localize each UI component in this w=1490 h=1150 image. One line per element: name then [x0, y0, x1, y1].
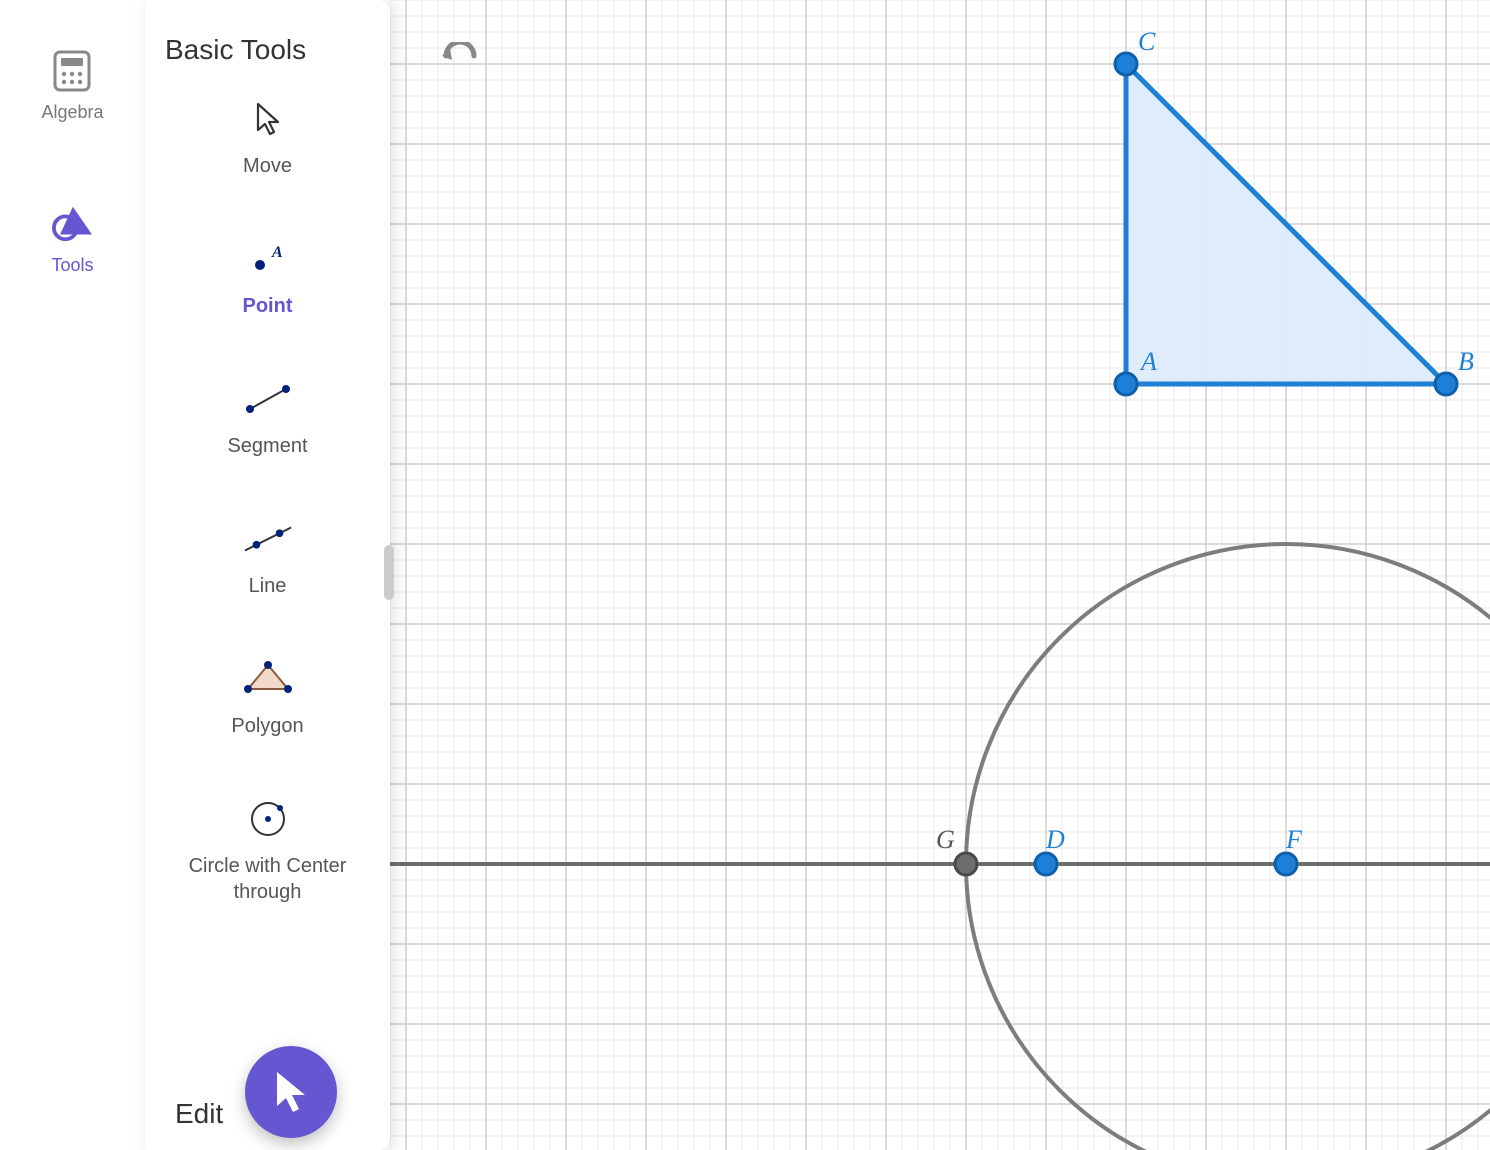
tool-label: Line — [249, 573, 287, 599]
svg-text:A: A — [271, 244, 283, 261]
segment-icon — [243, 379, 293, 419]
sidebar-item-tools[interactable]: Tools — [51, 203, 93, 276]
point-label-G: G — [936, 825, 955, 854]
circle-object[interactable] — [966, 544, 1490, 1150]
app-root: Algebra Tools Basic Tools Move A Point — [0, 0, 1490, 1150]
point-label-A: A — [1139, 347, 1157, 376]
line-icon — [243, 519, 293, 559]
shapes-icon — [52, 203, 94, 245]
tool-segment[interactable]: Segment — [165, 379, 370, 459]
main-sidebar: Algebra Tools — [0, 0, 145, 1150]
tool-label: Move — [243, 153, 292, 179]
tool-point[interactable]: A Point — [165, 239, 370, 319]
geometry-canvas[interactable]: ABCDEFGH — [390, 0, 1490, 1150]
sidebar-item-algebra[interactable]: Algebra — [41, 50, 103, 123]
point-F[interactable] — [1275, 853, 1297, 875]
canvas-svg[interactable]: ABCDEFGH — [390, 0, 1490, 1150]
point-label-D: D — [1045, 825, 1065, 854]
cursor-icon — [243, 99, 293, 139]
point-icon: A — [243, 239, 293, 279]
tool-line[interactable]: Line — [165, 519, 370, 599]
cursor-filled-icon — [271, 1070, 311, 1114]
tool-label: Circle with Center through — [165, 853, 370, 905]
point-label-C: C — [1138, 27, 1156, 56]
sidebar-item-label: Tools — [51, 255, 93, 276]
sidebar-item-label: Algebra — [41, 102, 103, 123]
calculator-icon — [51, 50, 93, 92]
tool-move[interactable]: Move — [165, 99, 370, 179]
point-A[interactable] — [1115, 373, 1137, 395]
point-G[interactable] — [955, 853, 977, 875]
mode-fab[interactable] — [245, 1046, 337, 1138]
point-C[interactable] — [1115, 53, 1137, 75]
polygon-icon — [243, 659, 293, 699]
tool-polygon[interactable]: Polygon — [165, 659, 370, 739]
point-label-B: B — [1458, 347, 1474, 376]
circle-tool-icon — [243, 799, 293, 839]
tool-panel: Basic Tools Move A Point Segment Line — [145, 0, 390, 1150]
tool-panel-scrollbar[interactable] — [384, 545, 394, 600]
tool-circle[interactable]: Circle with Center through — [165, 799, 370, 905]
undo-button[interactable] — [440, 42, 480, 75]
tool-label: Polygon — [231, 713, 303, 739]
tool-label: Point — [243, 293, 293, 319]
tool-panel-heading: Basic Tools — [165, 30, 370, 69]
grid — [390, 0, 1490, 1150]
point-B[interactable] — [1435, 373, 1457, 395]
point-D[interactable] — [1035, 853, 1057, 875]
tool-panel-second-heading: Edit — [175, 1098, 223, 1130]
tool-label: Segment — [227, 433, 307, 459]
point-label-F: F — [1285, 825, 1303, 854]
